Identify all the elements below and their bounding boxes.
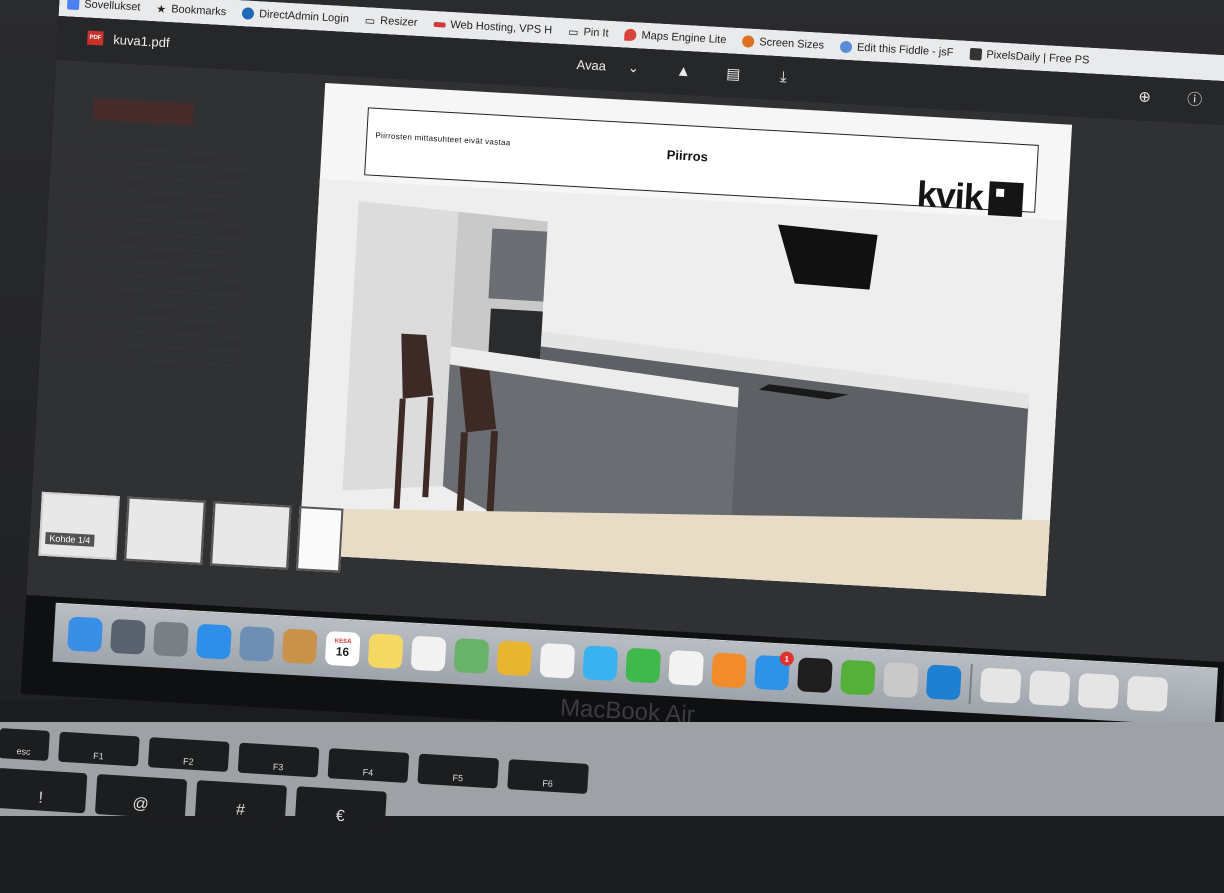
system-preferences-dock-icon[interactable] bbox=[153, 621, 189, 658]
bookmark-label: Web Hosting, VPS H bbox=[450, 18, 553, 37]
downloads-stack-dock-icon[interactable] bbox=[979, 667, 1022, 704]
bookmark-item[interactable]: ★ Bookmarks bbox=[156, 2, 227, 19]
itunes-dock-icon[interactable] bbox=[668, 650, 705, 686]
pdf-page: Piirrosten mittasuhteet eivät vastaa Pii… bbox=[298, 82, 1073, 596]
bookmark-label: DirectAdmin Login bbox=[258, 8, 350, 26]
bookmark-item[interactable]: PixelsDaily | Free PS bbox=[969, 47, 1090, 67]
thumbnail-4[interactable] bbox=[295, 506, 344, 573]
photos-dock-icon[interactable] bbox=[539, 642, 576, 679]
kitchen-render bbox=[298, 178, 1067, 596]
pdf-viewer: PDF kuva1.pdf Avaa ⌄ ▲ ▤ ⤓ ⊕ ⓘ Piirroste… bbox=[26, 15, 1224, 663]
bookmark-item[interactable]: Sovellukset bbox=[66, 0, 141, 14]
zoom-in-icon[interactable]: ⊕ bbox=[1135, 88, 1154, 107]
recent-window-dock-icon[interactable] bbox=[1028, 670, 1071, 707]
facetime-dock-icon[interactable] bbox=[625, 647, 662, 684]
pdf-file-icon: PDF bbox=[86, 30, 104, 46]
thumbnail-label: Kohde 1/4 bbox=[45, 532, 95, 547]
key-3[interactable]: # bbox=[194, 780, 288, 826]
bookmark-label: PixelsDaily | Free PS bbox=[986, 48, 1090, 67]
thumbnail-3[interactable] bbox=[210, 501, 292, 570]
file-name: kuva1.pdf bbox=[112, 32, 171, 51]
key-1[interactable]: ! bbox=[0, 767, 88, 814]
open-with-button[interactable]: Avaa ⌄ bbox=[576, 57, 639, 76]
dock-separator bbox=[968, 663, 973, 704]
drawing-title: Piirros bbox=[666, 147, 709, 165]
drawing-note: Piirrosten mittasuhteet eivät vastaa bbox=[375, 130, 511, 148]
bookmark-item[interactable]: ▭ Pin It bbox=[568, 25, 609, 40]
calendar-dock-icon[interactable]: KESÄ 16 bbox=[324, 630, 361, 667]
compose-button-blurred bbox=[92, 98, 194, 126]
directadmin-icon bbox=[241, 7, 255, 20]
app-store-dock-icon[interactable]: 1 bbox=[754, 651, 795, 691]
hosting-icon bbox=[433, 21, 446, 28]
recent-window-dock-icon[interactable] bbox=[1077, 672, 1120, 710]
bookmark-item[interactable]: Maps Engine Lite bbox=[624, 28, 727, 47]
bookmark-label: Pin It bbox=[583, 26, 609, 40]
safari-dock-icon[interactable] bbox=[195, 623, 232, 660]
bookmark-label: Edit this Fiddle - jsF bbox=[856, 41, 954, 59]
ibooks-dock-icon[interactable] bbox=[711, 652, 747, 689]
archiver-dock-icon[interactable] bbox=[882, 662, 919, 698]
key-4[interactable]: € bbox=[294, 786, 387, 832]
launchpad-dock-icon[interactable] bbox=[110, 618, 146, 655]
chrome-dock-icon[interactable] bbox=[496, 640, 533, 677]
finder-dock-icon[interactable] bbox=[67, 616, 103, 653]
download-icon[interactable]: ⤓ bbox=[774, 68, 793, 87]
key-f2[interactable]: F2 bbox=[147, 737, 230, 772]
recent-window-dock-icon[interactable] bbox=[1126, 675, 1169, 712]
bookmark-item[interactable]: Web Hosting, VPS H bbox=[433, 18, 552, 37]
bookmark-label: Bookmarks bbox=[170, 3, 227, 19]
star-icon: ★ bbox=[156, 2, 167, 16]
pixelsdaily-icon bbox=[969, 47, 982, 61]
map-pin-icon bbox=[624, 28, 637, 42]
chevron-down-icon: ⌄ bbox=[627, 59, 640, 76]
bookmark-item[interactable]: ▭ Resizer bbox=[364, 14, 417, 30]
key-f6[interactable]: F6 bbox=[507, 759, 589, 794]
open-label: Avaa bbox=[576, 56, 607, 74]
apps-icon bbox=[66, 0, 80, 11]
bookmark-item[interactable]: Screen Sizes bbox=[742, 35, 824, 52]
notes-dock-icon[interactable] bbox=[367, 633, 404, 670]
print-icon[interactable]: ▤ bbox=[724, 65, 743, 84]
bookmark-label: Maps Engine Lite bbox=[641, 29, 727, 47]
laptop-lid: Sovellukset ★ Bookmarks DirectAdmin Login… bbox=[0, 0, 1224, 761]
page-icon: ▭ bbox=[567, 25, 579, 39]
reminders-dock-icon[interactable] bbox=[410, 635, 447, 672]
messages-dock-icon[interactable] bbox=[582, 645, 619, 682]
keyboard-rows: esc F1 F2 F3 F4 F5 F6 ! @ # € bbox=[0, 728, 1222, 893]
kitchen-render-image bbox=[298, 178, 1067, 596]
key-2[interactable]: @ bbox=[94, 774, 188, 820]
bookmark-label: Screen Sizes bbox=[758, 36, 825, 52]
calendar-day: 16 bbox=[335, 644, 350, 660]
cloud-icon bbox=[839, 40, 853, 54]
bookmark-label: Sovellukset bbox=[83, 0, 141, 14]
preview-dock-icon[interactable] bbox=[238, 626, 275, 662]
maps-dock-icon[interactable] bbox=[453, 638, 490, 674]
keyboard: esc F1 F2 F3 F4 F5 F6 ! @ # € bbox=[0, 722, 1224, 832]
leaf-app-dock-icon[interactable] bbox=[839, 659, 876, 696]
bookmark-item[interactable]: DirectAdmin Login bbox=[241, 7, 350, 26]
thumbnail-2[interactable] bbox=[124, 496, 206, 565]
key-f1[interactable]: F1 bbox=[58, 731, 140, 767]
page-icon: ▭ bbox=[364, 14, 376, 28]
pixelmator-dock-icon[interactable] bbox=[925, 664, 962, 701]
notification-badge: 1 bbox=[779, 651, 795, 666]
info-icon[interactable]: ⓘ bbox=[1185, 91, 1204, 110]
key-f4[interactable]: F4 bbox=[327, 748, 410, 783]
logo-mark-icon bbox=[987, 181, 1024, 218]
terminal-dock-icon[interactable] bbox=[797, 657, 833, 694]
key-f3[interactable]: F3 bbox=[237, 742, 320, 778]
key-f5[interactable]: F5 bbox=[417, 753, 500, 789]
drive-icon[interactable]: ▲ bbox=[674, 62, 693, 81]
key-esc[interactable]: esc bbox=[0, 728, 50, 761]
gear-icon bbox=[742, 35, 755, 48]
background-mail-sidebar bbox=[49, 76, 255, 373]
screen: Sovellukset ★ Bookmarks DirectAdmin Login… bbox=[20, 0, 1224, 761]
bookmark-item[interactable]: Edit this Fiddle - jsF bbox=[839, 40, 954, 59]
contacts-dock-icon[interactable] bbox=[281, 628, 318, 665]
page-thumbnails: Kohde 1/4 bbox=[38, 491, 344, 573]
thumbnail-1[interactable]: Kohde 1/4 bbox=[38, 491, 120, 561]
bookmark-label: Resizer bbox=[379, 14, 418, 29]
